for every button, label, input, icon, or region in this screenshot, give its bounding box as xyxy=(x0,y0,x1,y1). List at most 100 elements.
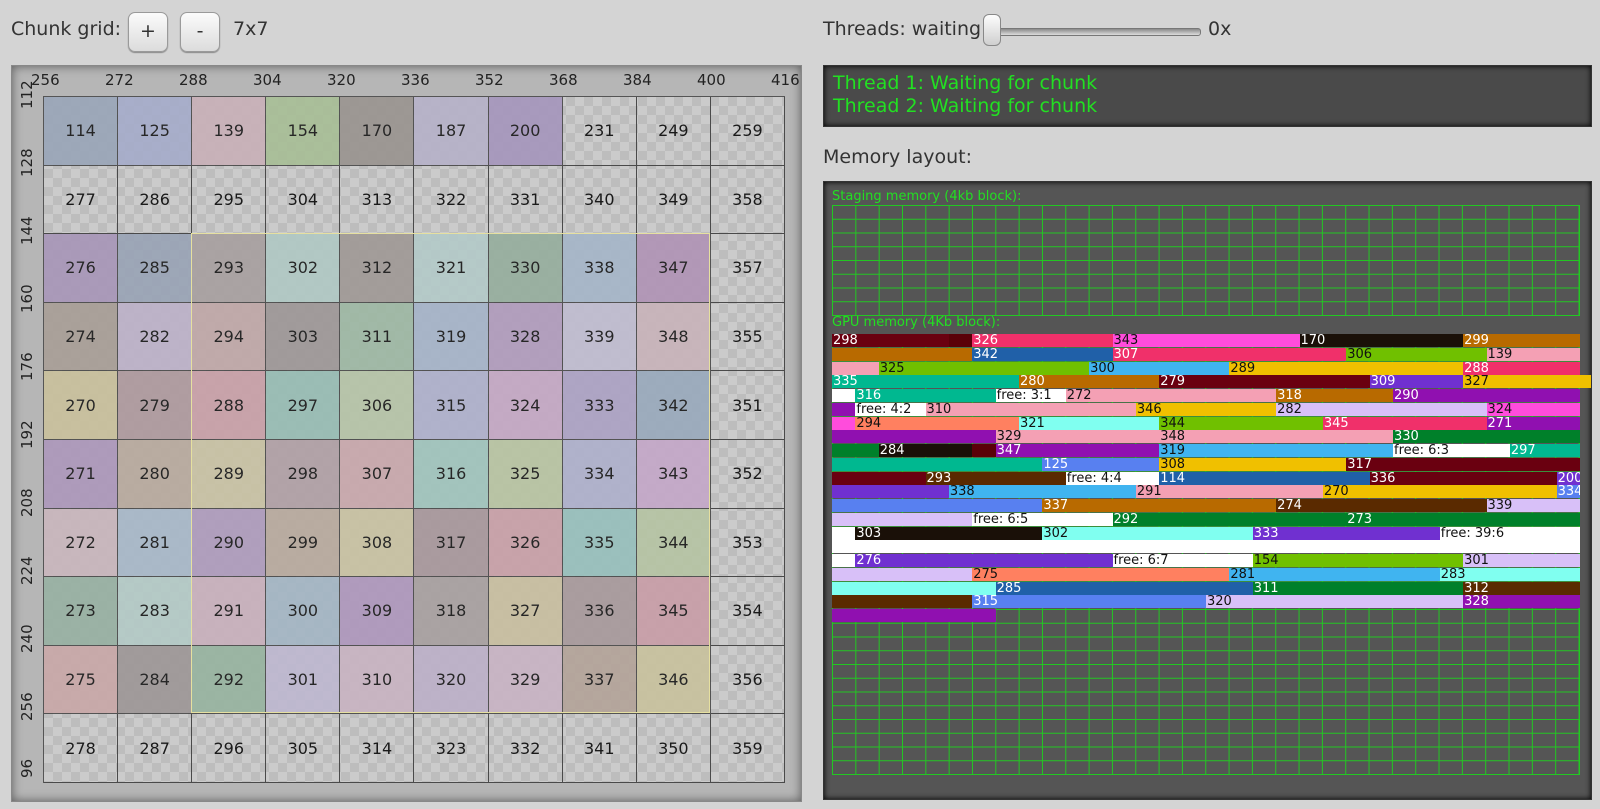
chunk-cell[interactable]: 357 xyxy=(710,234,785,303)
chunk-cell[interactable]: 333 xyxy=(562,371,637,440)
chunk-cell[interactable]: 347 xyxy=(636,234,711,303)
chunk-cell[interactable]: 286 xyxy=(118,165,193,235)
chunk-cell[interactable]: 323 xyxy=(414,714,489,783)
chunk-cell[interactable]: 329 xyxy=(488,645,563,715)
grid-increase-button[interactable]: + xyxy=(128,12,168,52)
chunk-cell[interactable]: 343 xyxy=(636,439,711,509)
chunk-cell[interactable]: 312 xyxy=(340,234,415,303)
chunk-cell[interactable]: 278 xyxy=(44,714,119,783)
chunk-cell[interactable]: 339 xyxy=(562,302,637,372)
chunk-cell[interactable]: 331 xyxy=(488,165,563,235)
chunk-cell[interactable]: 359 xyxy=(710,714,785,783)
chunk-cell[interactable]: 337 xyxy=(562,645,637,715)
chunk-cell[interactable]: 300 xyxy=(266,577,341,646)
chunk-cell[interactable]: 318 xyxy=(414,577,489,646)
chunk-cell[interactable]: 271 xyxy=(44,439,119,509)
chunk-cell[interactable]: 285 xyxy=(118,234,193,303)
chunk-cell[interactable]: 259 xyxy=(710,97,785,166)
chunk-cell[interactable]: 340 xyxy=(562,165,637,235)
chunk-cell[interactable]: 308 xyxy=(340,508,415,578)
chunk-cell[interactable]: 305 xyxy=(266,714,341,783)
chunk-cell[interactable]: 316 xyxy=(414,439,489,509)
chunk-cell[interactable]: 290 xyxy=(192,508,267,578)
chunk-cell[interactable]: 298 xyxy=(266,439,341,509)
chunk-cell[interactable]: 293 xyxy=(192,234,267,303)
chunk-cell[interactable]: 139 xyxy=(192,97,267,166)
chunk-cell[interactable]: 114 xyxy=(44,97,119,166)
chunk-cell[interactable]: 279 xyxy=(118,371,193,440)
chunk-cell[interactable]: 342 xyxy=(636,371,711,440)
chunk-cell[interactable]: 336 xyxy=(562,577,637,646)
chunk-cell[interactable]: 301 xyxy=(266,645,341,715)
thread-speed-slider-track[interactable] xyxy=(987,28,1201,36)
grid-decrease-button[interactable]: - xyxy=(180,12,220,52)
chunk-cell[interactable]: 297 xyxy=(266,371,341,440)
chunk-cell[interactable]: 311 xyxy=(340,302,415,372)
chunk-cell[interactable]: 287 xyxy=(118,714,193,783)
chunk-cell[interactable]: 292 xyxy=(192,645,267,715)
chunk-cell[interactable]: 289 xyxy=(192,439,267,509)
chunk-cell[interactable]: 330 xyxy=(488,234,563,303)
chunk-cell[interactable]: 273 xyxy=(44,577,119,646)
chunk-cell[interactable]: 358 xyxy=(710,165,785,235)
chunk-cell[interactable]: 328 xyxy=(488,302,563,372)
chunk-cell[interactable]: 322 xyxy=(414,165,489,235)
chunk-cell[interactable]: 326 xyxy=(488,508,563,578)
chunk-cell[interactable]: 277 xyxy=(44,165,119,235)
chunk-cell[interactable]: 307 xyxy=(340,439,415,509)
chunk-cell[interactable]: 291 xyxy=(192,577,267,646)
chunk-cell[interactable]: 345 xyxy=(636,577,711,646)
chunk-cell[interactable]: 315 xyxy=(414,371,489,440)
chunk-cell[interactable]: 354 xyxy=(710,577,785,646)
chunk-cell[interactable]: 327 xyxy=(488,577,563,646)
chunk-cell[interactable]: 320 xyxy=(414,645,489,715)
chunk-cell[interactable]: 313 xyxy=(340,165,415,235)
chunk-cell[interactable]: 302 xyxy=(266,234,341,303)
chunk-cell[interactable]: 295 xyxy=(192,165,267,235)
chunk-cell[interactable]: 200 xyxy=(488,97,563,166)
chunk-cell[interactable]: 296 xyxy=(192,714,267,783)
chunk-cell[interactable]: 272 xyxy=(44,508,119,578)
chunk-grid[interactable]: 114 125 139 154 170 187 200 231 249 259 277 286 295 3… xyxy=(43,96,785,783)
chunk-cell[interactable]: 341 xyxy=(562,714,637,783)
chunk-cell[interactable]: 306 xyxy=(340,371,415,440)
chunk-cell[interactable]: 303 xyxy=(266,302,341,372)
chunk-cell[interactable]: 231 xyxy=(562,97,637,166)
chunk-cell[interactable]: 332 xyxy=(488,714,563,783)
chunk-cell[interactable]: 125 xyxy=(118,97,193,166)
chunk-cell[interactable]: 294 xyxy=(192,302,267,372)
chunk-cell[interactable]: 353 xyxy=(710,508,785,578)
chunk-cell[interactable]: 350 xyxy=(636,714,711,783)
chunk-cell[interactable]: 187 xyxy=(414,97,489,166)
chunk-cell[interactable]: 355 xyxy=(710,302,785,372)
chunk-cell[interactable]: 349 xyxy=(636,165,711,235)
chunk-cell[interactable]: 154 xyxy=(266,97,341,166)
chunk-cell[interactable]: 270 xyxy=(44,371,119,440)
chunk-cell[interactable]: 334 xyxy=(562,439,637,509)
chunk-cell[interactable]: 283 xyxy=(118,577,193,646)
chunk-cell[interactable]: 284 xyxy=(118,645,193,715)
chunk-cell[interactable]: 280 xyxy=(118,439,193,509)
chunk-cell[interactable]: 335 xyxy=(562,508,637,578)
chunk-cell[interactable]: 310 xyxy=(340,645,415,715)
chunk-cell[interactable]: 249 xyxy=(636,97,711,166)
chunk-cell[interactable]: 304 xyxy=(266,165,341,235)
chunk-cell[interactable]: 325 xyxy=(488,439,563,509)
chunk-cell[interactable]: 352 xyxy=(710,439,785,509)
chunk-cell[interactable]: 351 xyxy=(710,371,785,440)
chunk-cell[interactable]: 324 xyxy=(488,371,563,440)
thread-speed-slider-thumb[interactable] xyxy=(983,14,1001,46)
chunk-cell[interactable]: 348 xyxy=(636,302,711,372)
chunk-cell[interactable]: 319 xyxy=(414,302,489,372)
chunk-cell[interactable]: 281 xyxy=(118,508,193,578)
chunk-cell[interactable]: 338 xyxy=(562,234,637,303)
chunk-cell[interactable]: 282 xyxy=(118,302,193,372)
chunk-cell[interactable]: 170 xyxy=(340,97,415,166)
chunk-cell[interactable]: 314 xyxy=(340,714,415,783)
chunk-cell[interactable]: 317 xyxy=(414,508,489,578)
chunk-cell[interactable]: 275 xyxy=(44,645,119,715)
chunk-cell[interactable]: 321 xyxy=(414,234,489,303)
chunk-cell[interactable]: 274 xyxy=(44,302,119,372)
chunk-cell[interactable]: 356 xyxy=(710,645,785,715)
chunk-cell[interactable]: 309 xyxy=(340,577,415,646)
